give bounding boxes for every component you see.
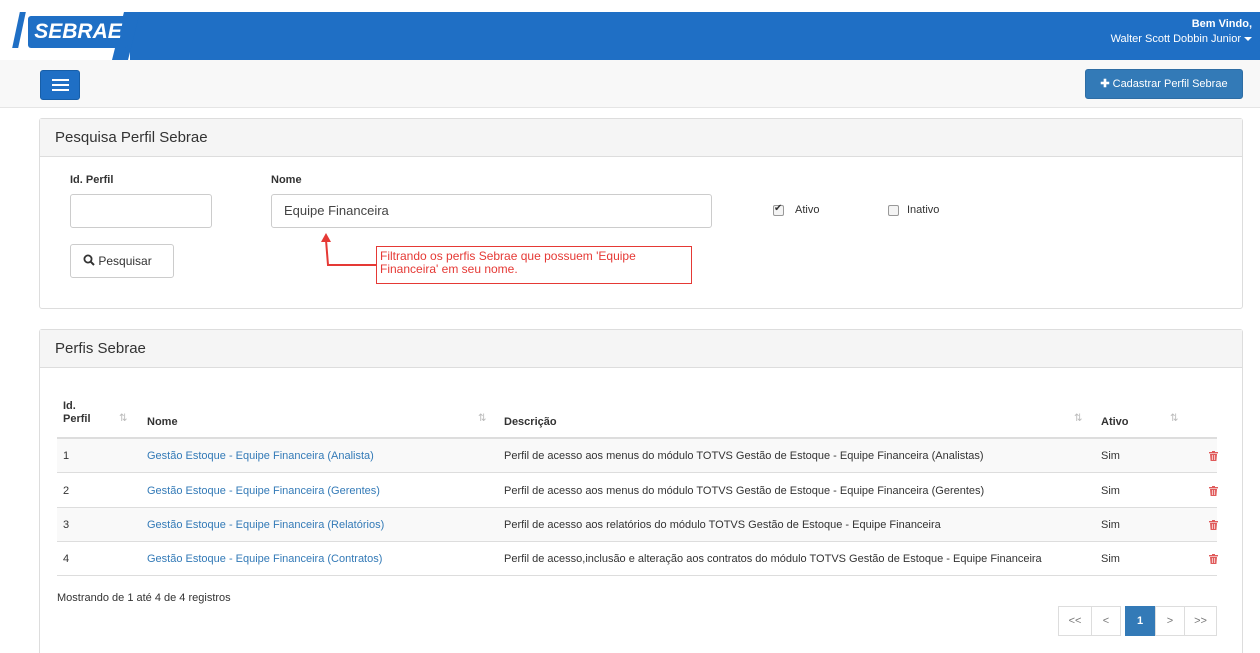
records-summary: Mostrando de 1 até 4 de 4 registros	[57, 592, 231, 604]
trash-icon[interactable]	[1209, 554, 1218, 564]
row-id: 2	[63, 485, 70, 497]
trash-icon[interactable]	[1209, 486, 1218, 496]
annotation-box: Filtrando os perfis Sebrae que possuem '…	[376, 246, 692, 284]
row-name-link[interactable]: Gestão Estoque - Equipe Financeira (Cont…	[147, 542, 382, 576]
column-header-id-line2: Perfil	[63, 413, 91, 425]
page-prev-button[interactable]: <	[1091, 606, 1121, 636]
row-id: 4	[63, 553, 70, 565]
row-name-link[interactable]: Gestão Estoque - Equipe Financeira (Rela…	[147, 508, 384, 542]
sort-icon[interactable]: ⇅	[1170, 413, 1178, 424]
row-description: Perfil de acesso,inclusão e alteração ao…	[504, 553, 1042, 565]
row-id: 1	[63, 450, 70, 462]
row-active: Sim	[1101, 485, 1120, 497]
page-1-button[interactable]: 1	[1125, 606, 1155, 636]
row-name-link[interactable]: Gestão Estoque - Equipe Financeira (Gere…	[147, 474, 380, 508]
row-description: Perfil de acesso aos relatórios do módul…	[504, 519, 941, 531]
row-name-link[interactable]: Gestão Estoque - Equipe Financeira (Anal…	[147, 439, 374, 473]
column-header-id[interactable]: Id. Perfil	[63, 400, 91, 426]
row-active: Sim	[1101, 553, 1120, 565]
sort-icon[interactable]: ⇅	[478, 413, 486, 424]
row-description: Perfil de acesso aos menus do módulo TOT…	[504, 450, 984, 462]
column-header-description[interactable]: Descrição	[504, 416, 557, 428]
row-active: Sim	[1101, 519, 1120, 531]
column-header-name[interactable]: Nome	[147, 416, 178, 428]
table-row: 2 Gestão Estoque - Equipe Financeira (Ge…	[57, 474, 1218, 508]
table-row: 1 Gestão Estoque - Equipe Financeira (An…	[57, 439, 1218, 473]
row-description: Perfil de acesso aos menus do módulo TOT…	[504, 485, 985, 497]
column-header-active[interactable]: Ativo	[1101, 416, 1129, 428]
page-next-button[interactable]: >	[1155, 606, 1185, 636]
table-row: 4 Gestão Estoque - Equipe Financeira (Co…	[57, 542, 1218, 576]
sort-icon[interactable]: ⇅	[119, 413, 127, 424]
column-header-id-line1: Id.	[63, 400, 76, 412]
trash-icon[interactable]	[1209, 451, 1218, 461]
page-first-button[interactable]: <<	[1058, 606, 1092, 636]
table-row: 3 Gestão Estoque - Equipe Financeira (Re…	[57, 508, 1218, 542]
trash-icon[interactable]	[1209, 520, 1218, 530]
row-active: Sim	[1101, 450, 1120, 462]
sort-icon[interactable]: ⇅	[1074, 413, 1082, 424]
page-last-button[interactable]: >>	[1184, 606, 1217, 636]
results-panel-title: Perfis Sebrae	[40, 330, 1242, 368]
row-id: 3	[63, 519, 70, 531]
